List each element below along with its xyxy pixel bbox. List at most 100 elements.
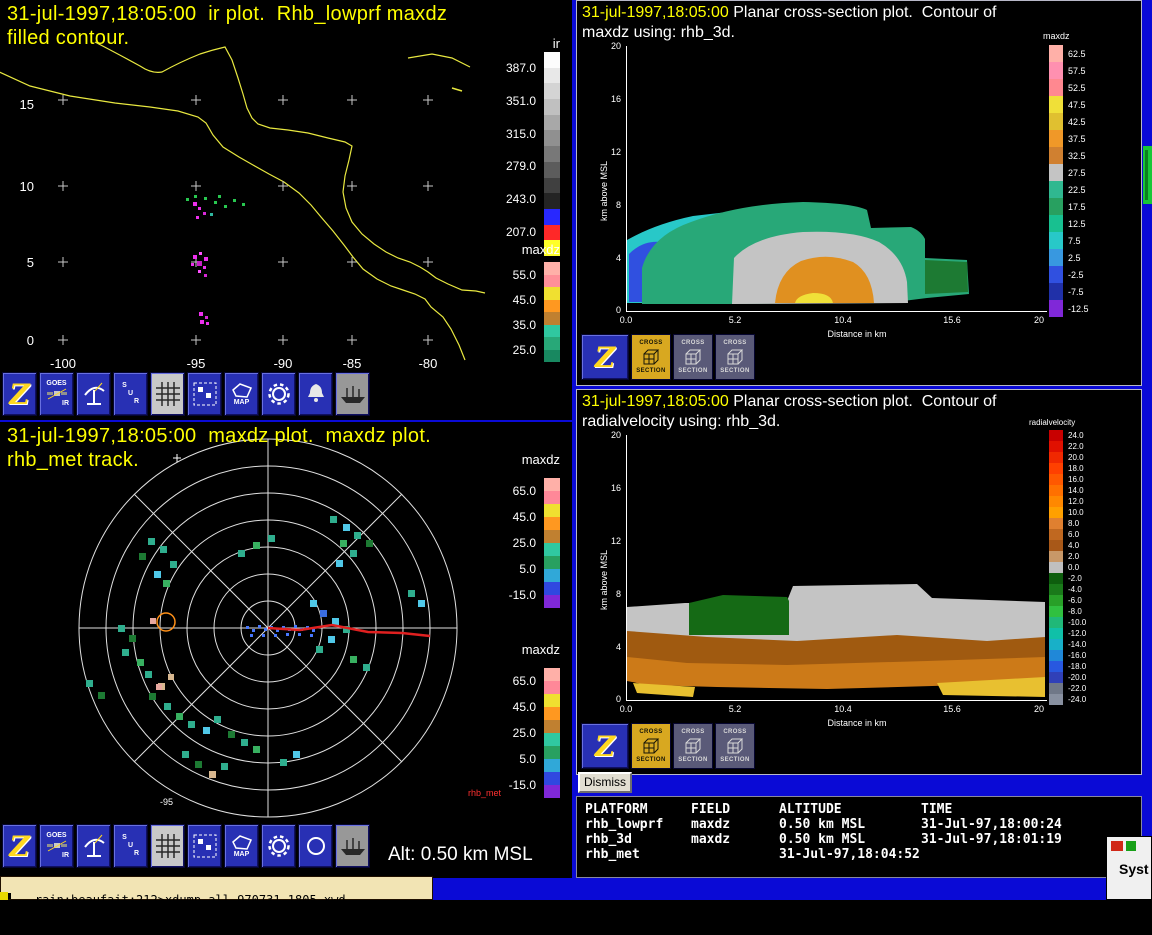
radar-dish-button[interactable] bbox=[76, 824, 111, 868]
colorbar-segment bbox=[1049, 430, 1063, 441]
colorbar-segment bbox=[544, 337, 560, 350]
cell-time: 31-Jul-97,18:00:24 bbox=[921, 817, 1141, 832]
goes-label: GOES bbox=[46, 380, 66, 388]
maxdz-cross-section-panel: 31-jul-1997,18:05:00 Planar cross-sectio… bbox=[576, 0, 1142, 386]
colorbar-segment bbox=[544, 759, 560, 772]
surface-button[interactable]: S U R bbox=[113, 824, 148, 868]
x-tick: 15.6 bbox=[937, 704, 967, 714]
colorbar-segment bbox=[544, 287, 560, 300]
grid-button[interactable] bbox=[150, 824, 185, 868]
ir-colorbar-ticks: 387.0351.0315.0279.0243.0207.0 bbox=[484, 52, 540, 248]
terminal-window[interactable]: rain:beaufait:212>xdump.all 970731.1805.… bbox=[0, 876, 433, 900]
data-point bbox=[218, 195, 221, 198]
zebra-menu-button[interactable]: Z bbox=[2, 824, 37, 868]
cross-section-button-3[interactable]: CROSS SECTION bbox=[715, 723, 755, 769]
colorbar-segment bbox=[544, 478, 560, 491]
colorbar-segment bbox=[1049, 496, 1063, 507]
colorbar-segment bbox=[1049, 441, 1063, 452]
xsec1-title-line1: 31-jul-1997,18:05:00 Planar cross-sectio… bbox=[582, 4, 996, 22]
tick-label: 52.5 bbox=[1065, 79, 1109, 96]
colorbar-segment bbox=[544, 694, 560, 707]
cell-platform: rhb_met bbox=[585, 847, 691, 862]
colorbar-segment bbox=[544, 543, 560, 556]
cross-section-button-3[interactable]: CROSS SECTION bbox=[715, 334, 755, 380]
satellite-icon bbox=[46, 840, 68, 852]
settings-button[interactable] bbox=[261, 824, 296, 868]
ir-colorbar bbox=[544, 52, 560, 256]
goes-ir-button[interactable]: GOES IR bbox=[39, 824, 74, 868]
colorbar-segment bbox=[1049, 147, 1063, 164]
lon-tick-85: -85 bbox=[334, 356, 370, 371]
green-indicator[interactable] bbox=[1126, 841, 1136, 851]
ship-button[interactable] bbox=[335, 372, 370, 416]
cross-label: CROSS bbox=[681, 729, 704, 735]
cross-section-button-2[interactable]: CROSS SECTION bbox=[673, 334, 713, 380]
alert-button[interactable] bbox=[298, 372, 333, 416]
colorbar-segment bbox=[544, 300, 560, 313]
colorbar-segment bbox=[1049, 130, 1063, 147]
x-tick: 10.4 bbox=[828, 315, 858, 325]
data-point bbox=[193, 255, 197, 259]
cross-section-button-2[interactable]: CROSS SECTION bbox=[673, 723, 713, 769]
map-overlay-button[interactable]: MAP bbox=[224, 824, 259, 868]
colorbar-segment bbox=[1049, 694, 1063, 705]
xsec1-title-line2: maxdz using: rhb_3d. bbox=[582, 24, 735, 42]
colorbar-segment bbox=[1049, 164, 1063, 181]
colorbar-segment bbox=[544, 262, 560, 275]
zebra-menu-button[interactable]: Z bbox=[581, 334, 629, 380]
colorbar-segment bbox=[1049, 650, 1063, 661]
tick-label: -6.0 bbox=[1065, 595, 1109, 606]
tick-label: 22.5 bbox=[1065, 181, 1109, 198]
section-label: SECTION bbox=[678, 368, 707, 374]
y-tick: 12 bbox=[605, 147, 621, 157]
x-tick: 10.4 bbox=[828, 704, 858, 714]
colorbar-segment bbox=[544, 582, 560, 595]
circle-tool-button[interactable] bbox=[298, 824, 333, 868]
colorbar-segment bbox=[544, 162, 560, 178]
colorbar-segment bbox=[544, 275, 560, 288]
xsec2-y-axis-label: km above MSL bbox=[599, 550, 609, 610]
colorbar-segment bbox=[1049, 507, 1063, 518]
map-overlay-button[interactable]: MAP bbox=[224, 372, 259, 416]
goes-ir-button[interactable]: GOES IR bbox=[39, 372, 74, 416]
tick-label: 47.5 bbox=[1065, 96, 1109, 113]
cube-icon bbox=[725, 347, 745, 367]
colorbar-segment bbox=[1049, 595, 1063, 606]
zebra-menu-button[interactable]: Z bbox=[2, 372, 37, 416]
zebra-menu-button[interactable]: Z bbox=[581, 723, 629, 769]
colorbar-segment bbox=[1049, 181, 1063, 198]
cross-section-button-1[interactable]: CROSS SECTION bbox=[631, 334, 671, 380]
cross-section-button-1[interactable]: CROSS SECTION bbox=[631, 723, 671, 769]
colorbar-segment bbox=[544, 68, 560, 84]
bounds-button[interactable] bbox=[187, 824, 222, 868]
colorbar-segment bbox=[544, 52, 560, 68]
tick-label: 7.5 bbox=[1065, 232, 1109, 249]
sur-letter-s: S bbox=[122, 834, 127, 842]
red-indicator[interactable] bbox=[1111, 841, 1123, 851]
xsec1-colorbar-ticks: 62.557.552.547.542.537.532.527.522.517.5… bbox=[1065, 45, 1109, 317]
grid-button[interactable] bbox=[150, 372, 185, 416]
gear-icon bbox=[266, 833, 292, 859]
ship-button[interactable] bbox=[335, 824, 370, 868]
system-window-title: Syst bbox=[1119, 861, 1149, 877]
surface-button[interactable]: S U R bbox=[113, 372, 148, 416]
data-point bbox=[198, 207, 201, 210]
tick-label: 65.0 bbox=[482, 668, 540, 694]
radar-panel-title-line1: 31-jul-1997,18:05:00 maxdz plot. maxdz p… bbox=[7, 425, 431, 448]
colorbar-segment bbox=[1049, 617, 1063, 628]
tick-label: -4.0 bbox=[1065, 584, 1109, 595]
sur-letter-r: R bbox=[134, 850, 139, 858]
radar-dish-button[interactable] bbox=[76, 372, 111, 416]
colorbar-segment bbox=[1049, 198, 1063, 215]
data-point bbox=[198, 270, 201, 273]
gear-icon bbox=[266, 381, 292, 407]
section-label: SECTION bbox=[636, 368, 665, 374]
settings-button[interactable] bbox=[261, 372, 296, 416]
bounds-button[interactable] bbox=[187, 372, 222, 416]
section-label: SECTION bbox=[720, 368, 749, 374]
data-point bbox=[233, 199, 236, 202]
colorbar-segment bbox=[1049, 474, 1063, 485]
colorbar-segment bbox=[1049, 628, 1063, 639]
dismiss-button[interactable]: Dismiss bbox=[578, 772, 632, 793]
tick-label: 20.0 bbox=[1065, 452, 1109, 463]
